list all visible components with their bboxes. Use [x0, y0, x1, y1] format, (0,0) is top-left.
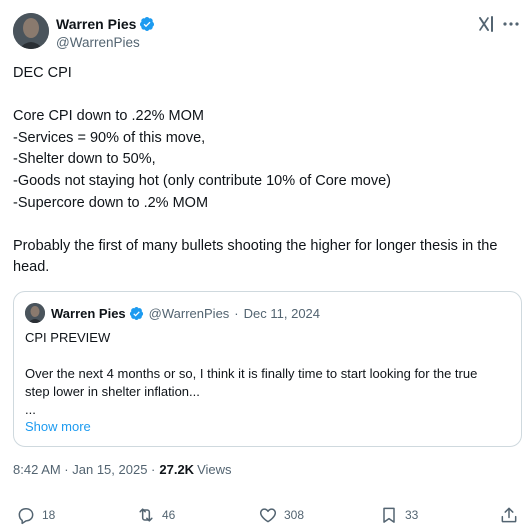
bookmark-button[interactable]: 33 [379, 503, 418, 527]
quoted-author-name: Warren Pies [51, 305, 126, 321]
quoted-line: ​ [25, 347, 505, 365]
quoted-separator: · [234, 305, 239, 321]
quoted-avatar-image [25, 303, 45, 323]
tweet-meta: 8:42 AM · Jan 15, 2025 · 27.2K Views [13, 461, 232, 479]
quoted-line: ... [25, 402, 36, 417]
share-button[interactable] [499, 503, 519, 527]
show-more-link[interactable]: Show more [25, 418, 91, 436]
tweet-text: DEC CPI ​ Core CPI down to .22% MOM -Ser… [13, 63, 523, 279]
retweet-icon [139, 508, 153, 522]
quoted-line: Over the next 4 months or so, I think it… [25, 366, 481, 399]
like-count: 308 [284, 508, 305, 522]
tweet: Warren Pies @WarrenPies DEC CPI ​ Core C… [0, 0, 532, 532]
quoted-avatar [25, 303, 45, 323]
quoted-author-handle: @WarrenPies [148, 305, 230, 321]
tweet-line: Core CPI down to .22% MOM [13, 108, 204, 125]
grok-icon[interactable] [477, 14, 497, 34]
views-count: 27.2K [159, 462, 195, 477]
quoted-tweet-text: CPI PREVIEW ​ Over the next 4 months or … [25, 329, 505, 419]
avatar[interactable] [13, 13, 49, 49]
retweet-count: 46 [162, 508, 176, 522]
quoted-verified-badge-icon [129, 306, 143, 320]
author-name-line: Warren Pies [56, 15, 155, 33]
tweet-line: -Shelter down to 50%, [13, 151, 156, 168]
like-button[interactable]: 308 [258, 503, 304, 527]
views-label: Views [197, 462, 232, 477]
tweet-line: Probably the first of many bullets shoot… [13, 237, 502, 276]
tweet-header: Warren Pies @WarrenPies [13, 13, 523, 53]
heart-icon [259, 508, 277, 523]
tweet-line: ​ [13, 214, 523, 236]
avatar-image [13, 13, 49, 49]
verified-badge-icon[interactable] [139, 16, 155, 32]
reply-icon [18, 508, 34, 525]
timestamp[interactable]: 8:42 AM · Jan 15, 2025 · [13, 461, 155, 479]
action-bar: 18 46 308 33 [13, 503, 523, 527]
more-options-icon[interactable] [501, 14, 521, 34]
quoted-line: CPI PREVIEW [25, 330, 111, 345]
quoted-tweet-card[interactable]: Warren Pies @WarrenPies · Dec 11, 2024 C… [13, 291, 522, 447]
author-handle[interactable]: @WarrenPies [56, 34, 140, 52]
quoted-date[interactable]: Dec 11, 2024 [244, 306, 320, 321]
bookmark-icon [383, 507, 395, 523]
share-icon [501, 507, 517, 523]
retweet-button[interactable]: 46 [136, 503, 175, 527]
bookmark-count: 33 [405, 508, 419, 522]
tweet-line: -Supercore down to .2% MOM [13, 194, 209, 211]
quoted-tweet-header: Warren Pies @WarrenPies · Dec 11, 2024 [25, 303, 320, 323]
reply-count: 18 [42, 508, 56, 522]
tweet-line: -Goods not staying hot (only contribute … [13, 172, 391, 189]
author-name[interactable]: Warren Pies [56, 15, 136, 33]
tweet-line: -Services = 90% of this move, [13, 129, 206, 146]
tweet-line: ​ [13, 85, 523, 107]
tweet-line: DEC CPI [13, 65, 72, 81]
reply-button[interactable]: 18 [16, 503, 55, 527]
